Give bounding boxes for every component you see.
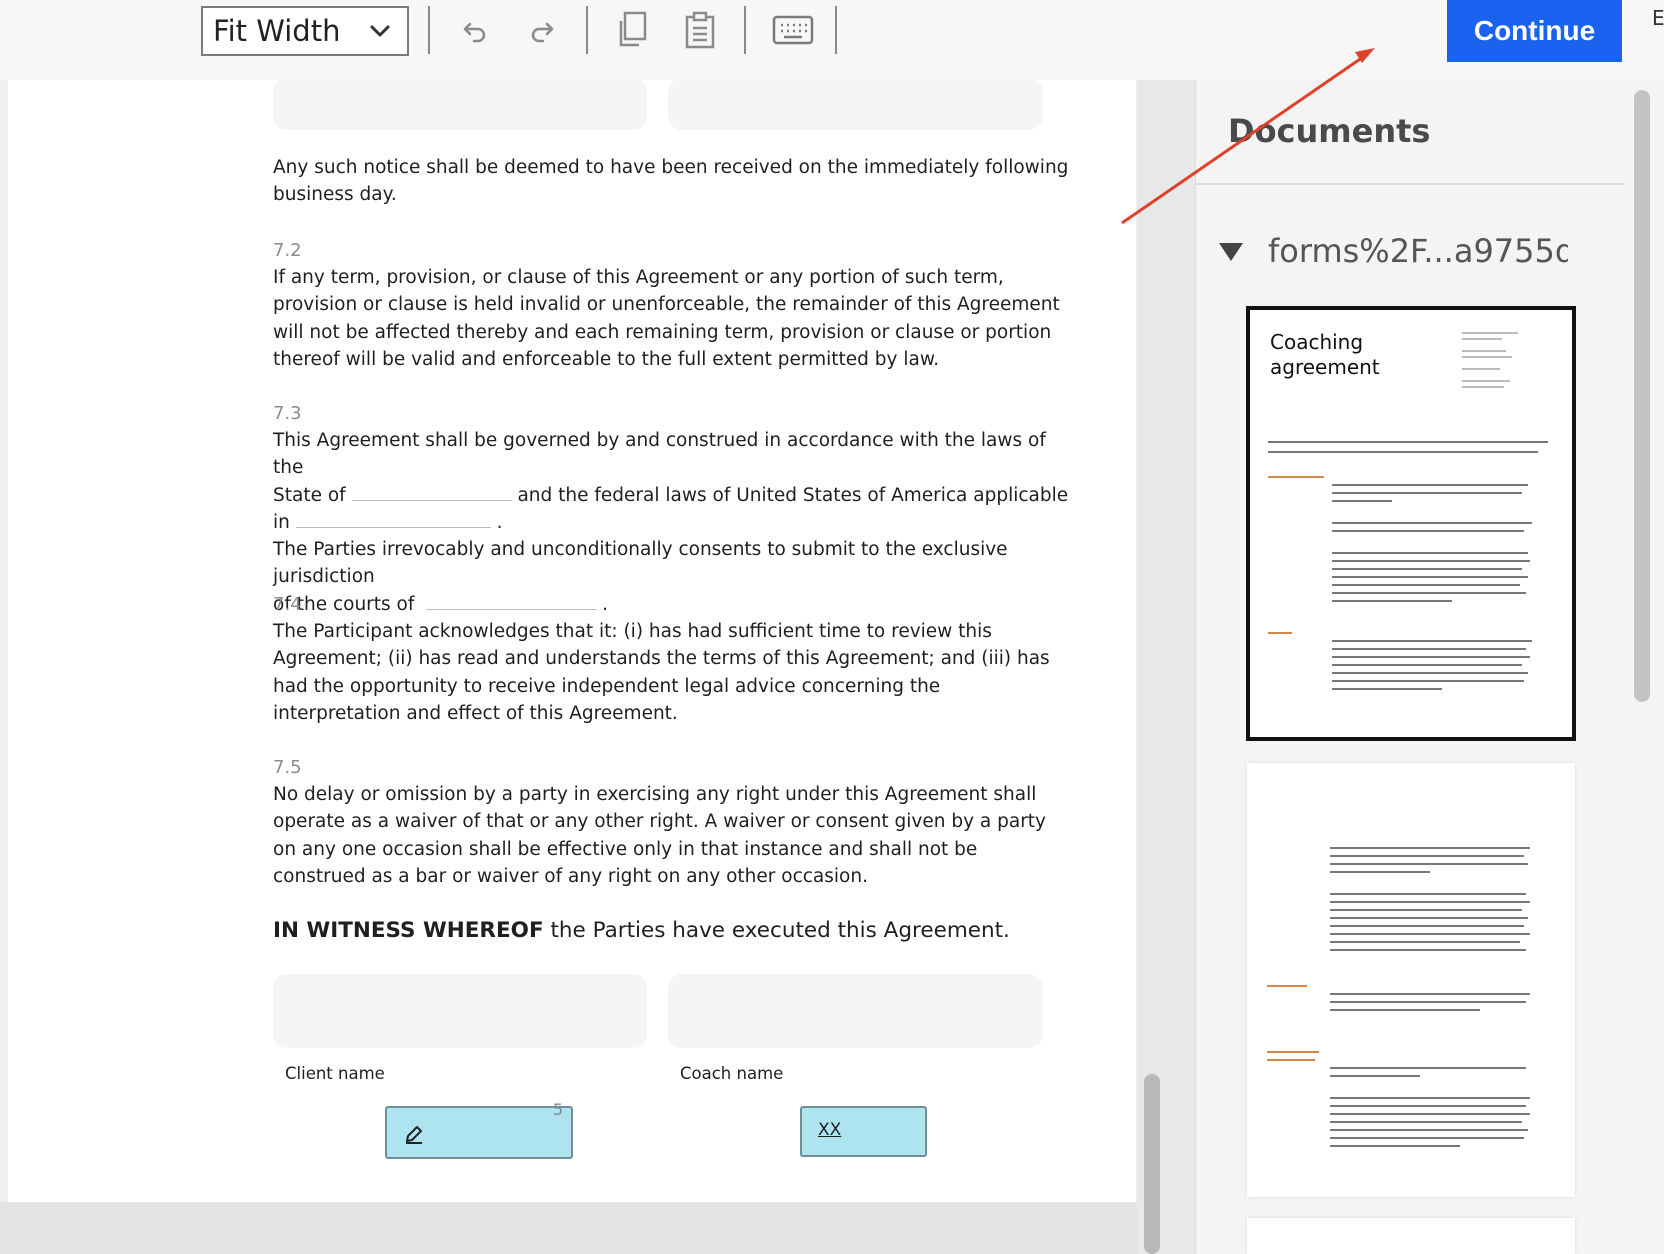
- paste-icon: [685, 11, 715, 49]
- redo-icon: [531, 22, 554, 43]
- toolbar: Fit Width Continue E: [0, 0, 1664, 80]
- section-7-3-text: This Agreement shall be governed by and …: [273, 427, 1073, 618]
- state-blank-field[interactable]: [351, 485, 512, 501]
- toolbar-divider: [744, 6, 746, 54]
- witness-rest: the Parties have executed this Agreement…: [543, 918, 1010, 943]
- redo-button[interactable]: [520, 8, 564, 52]
- initials-value: XX: [818, 1120, 842, 1140]
- edge-glyph: E: [1652, 6, 1664, 30]
- page-gap: [0, 1202, 1137, 1254]
- undo-button[interactable]: [453, 8, 497, 52]
- jurisdiction-blank-field[interactable]: [295, 512, 491, 528]
- section-7-2-text: If any term, provision, or clause of thi…: [273, 267, 1060, 370]
- section-7-3-line1: This Agreement shall be governed by and …: [273, 430, 1046, 479]
- pen-icon: [406, 1126, 422, 1144]
- section-number: 7.5: [273, 757, 302, 778]
- client-signature-box: [273, 974, 647, 1048]
- coach-signature-box: [668, 974, 1043, 1048]
- sidebar-divider: [1195, 183, 1625, 185]
- witness-bold: IN WITNESS WHEREOF: [273, 918, 544, 943]
- continue-button[interactable]: Continue: [1447, 0, 1622, 62]
- keyboard-button[interactable]: [768, 8, 818, 52]
- zoom-value: Fit Width: [213, 14, 341, 48]
- undo-icon: [463, 22, 486, 43]
- page-thumbnail-2[interactable]: [1247, 763, 1575, 1197]
- document-scrollbar-thumb[interactable]: [1144, 1074, 1160, 1254]
- coach-name-label: Coach name: [680, 1064, 784, 1083]
- signature-box-top-right: [668, 78, 1043, 130]
- client-name-label: Client name: [285, 1064, 385, 1083]
- copy-button[interactable]: [611, 8, 655, 52]
- section-7-3-line4: The Parties irrevocably and unconditiona…: [273, 539, 1008, 588]
- sidebar-scrollbar-thumb[interactable]: [1634, 90, 1650, 702]
- section-7-4-text: The Participant acknowledges that it: (i…: [273, 621, 1050, 724]
- notice-paragraph: Any such notice shall be deemed to have …: [273, 157, 1069, 206]
- section-7-3-line2: State of and the federal laws of United …: [273, 482, 1073, 509]
- collapse-triangle-icon[interactable]: [1218, 242, 1244, 262]
- document-name[interactable]: forms%2F...a9755d6: [1268, 232, 1568, 270]
- copy-icon: [619, 11, 647, 47]
- state-prefix: State of: [273, 484, 346, 506]
- section-number: 7.4: [273, 594, 302, 615]
- page-thumbnail-3[interactable]: [1247, 1218, 1575, 1254]
- chevron-down-icon: [370, 25, 390, 37]
- zoom-select[interactable]: Fit Width: [201, 6, 409, 56]
- client-signature-field[interactable]: [385, 1106, 573, 1159]
- signature-count: 5: [553, 1100, 564, 1119]
- section-number: 7.3: [273, 403, 302, 424]
- toolbar-divider: [835, 6, 837, 54]
- keyboard-icon: [772, 15, 814, 45]
- witness-statement: IN WITNESS WHEREOF the Parties have exec…: [273, 918, 1010, 943]
- thumbnail-title: Coaching agreement: [1270, 330, 1380, 379]
- toolbar-divider: [428, 6, 430, 54]
- signature-box-top-left: [273, 78, 647, 130]
- toolbar-divider: [586, 6, 588, 54]
- section-7-3-line5: of the courts of .: [273, 591, 1073, 618]
- in-prefix: in: [273, 511, 290, 533]
- page-thumbnail-1[interactable]: Coaching agreement: [1246, 306, 1576, 741]
- section-7-5-text: No delay or omission by a party in exerc…: [273, 784, 1047, 887]
- paste-button[interactable]: [678, 8, 722, 52]
- section-number: 7.2: [273, 240, 302, 261]
- sidebar-title: Documents: [1228, 112, 1431, 150]
- in-suffix: .: [496, 511, 503, 533]
- courts-blank-field[interactable]: [426, 594, 597, 610]
- section-7-3-line3: in .: [273, 509, 1073, 536]
- coach-initials-field[interactable]: XX: [800, 1106, 927, 1157]
- courts-suffix: .: [602, 593, 609, 615]
- state-suffix: and the federal laws of United States of…: [517, 484, 1069, 506]
